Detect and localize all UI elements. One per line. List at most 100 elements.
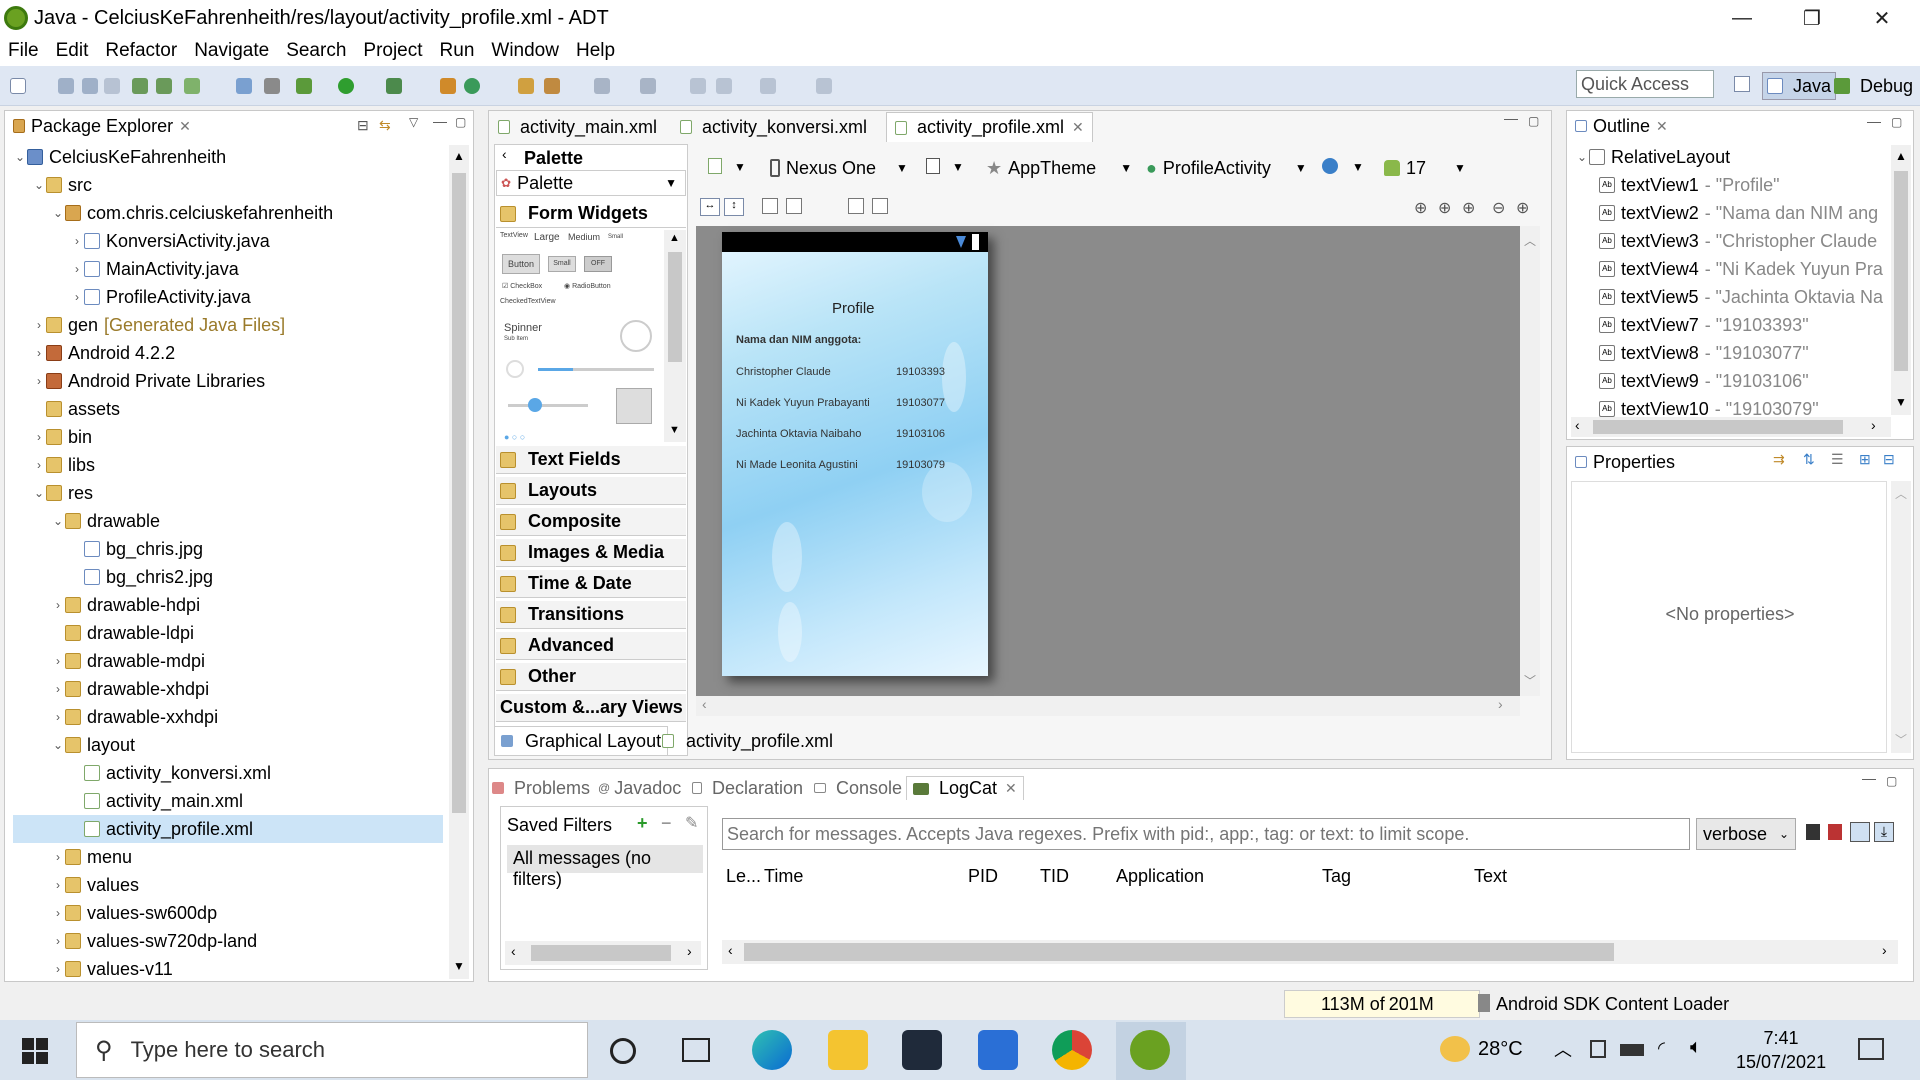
scrollbar-thumb[interactable] (668, 252, 682, 362)
debug-icon[interactable] (296, 78, 312, 94)
package-tree-item[interactable]: › MainActivity.java (13, 255, 443, 283)
expand-icon[interactable]: › (32, 318, 46, 332)
scroll-lock-icon[interactable]: ⤓ (1874, 822, 1894, 842)
outline-scrollbar[interactable]: ▲ ▼ (1891, 145, 1911, 415)
menu-navigate[interactable]: Navigate (186, 40, 278, 62)
scrollbar-thumb[interactable] (531, 945, 671, 961)
locale-dropdown-icon[interactable]: ▼ (1352, 160, 1364, 174)
package-explorer-tab[interactable]: Package Explorer ✕ (5, 111, 473, 141)
canvas-horizontal-scrollbar[interactable]: ‹ › (696, 696, 1520, 716)
package-tree-item[interactable]: › drawable-xhdpi (13, 675, 443, 703)
outline-item[interactable]: Ab textView1- "Profile" (1575, 171, 1883, 199)
api-level-selector[interactable]: 17 ▼ (1384, 156, 1466, 180)
expand-icon[interactable]: › (70, 234, 84, 248)
package-tree-item[interactable]: › drawable-hdpi (13, 591, 443, 619)
widget-medium[interactable]: Medium (568, 232, 600, 242)
package-tree-item[interactable]: › drawable-mdpi (13, 647, 443, 675)
widget-progressbar-large[interactable] (620, 320, 652, 352)
expand-icon[interactable]: › (51, 878, 65, 892)
run-icon[interactable] (338, 78, 354, 94)
locale-globe-icon[interactable] (1322, 158, 1338, 174)
widget-small[interactable]: Small (608, 234, 623, 240)
tab-activity-main[interactable]: activity_main.xml (490, 112, 665, 142)
expand-icon[interactable]: ⌄ (1575, 150, 1589, 164)
expand-icon[interactable]: › (51, 906, 65, 920)
package-tree-item[interactable]: activity_main.xml (13, 787, 443, 815)
package-tree-item[interactable]: › values (13, 871, 443, 899)
avd-manager-icon[interactable] (156, 78, 172, 94)
properties-scrollbar[interactable]: ︿ ﹀ (1891, 481, 1911, 753)
zoom-fit-icon[interactable]: ⊕ (1438, 198, 1451, 218)
widget-large[interactable]: Large (534, 232, 560, 243)
scroll-up-icon[interactable]: ︿ (1524, 232, 1536, 249)
expand-icon[interactable]: › (51, 962, 65, 976)
filters-h-scrollbar[interactable]: ‹ › (505, 941, 701, 965)
menu-help[interactable]: Help (568, 40, 624, 62)
col-time[interactable]: Time (764, 866, 803, 887)
zoom-in-icon[interactable]: ⊕ (1516, 198, 1529, 218)
expand-icon[interactable]: ⌄ (51, 206, 65, 220)
canvas-vertical-scrollbar[interactable]: ︿ ﹀ (1520, 226, 1540, 696)
skip-breakpoints-icon[interactable] (236, 78, 252, 94)
col-level[interactable]: Le... (726, 866, 761, 887)
toggle-fill-width-icon[interactable]: ↔ (700, 198, 720, 216)
remove-filter-icon[interactable]: − (661, 813, 672, 834)
edge-icon[interactable] (752, 1030, 792, 1070)
expand-icon[interactable]: › (32, 458, 46, 472)
expand-icon[interactable]: › (51, 682, 65, 696)
log-level-select[interactable]: verbose ⌄ (1696, 818, 1796, 850)
tab-declaration[interactable]: Declaration (692, 776, 803, 800)
package-tree-item[interactable]: ⌄ src (13, 171, 443, 199)
show-hidden-icons-icon[interactable]: ︿ (1554, 1036, 1572, 1062)
package-tree-item[interactable]: › ProfileActivity.java (13, 283, 443, 311)
scroll-left-icon[interactable]: ‹ (702, 696, 707, 712)
minimize-view-icon[interactable]: — (433, 113, 447, 129)
minimize-button[interactable]: — (1712, 0, 1772, 36)
close-tab-icon[interactable]: ✕ (1072, 119, 1084, 136)
logcat-h-scrollbar[interactable]: ‹ › (722, 940, 1898, 964)
tab-logcat[interactable]: LogCat ✕ (906, 776, 1024, 800)
widget-progressbar-horizontal[interactable] (538, 368, 654, 371)
package-tree-item[interactable]: › Android Private Libraries (13, 367, 443, 395)
clock[interactable]: 7:41 15/07/2021 (1736, 1026, 1826, 1074)
link-editor-icon[interactable]: ⇆ (379, 117, 391, 134)
chrome-icon[interactable] (1052, 1030, 1092, 1070)
menu-project[interactable]: Project (355, 40, 431, 62)
package-tree-item[interactable]: ⌄ CelciusKeFahrenheith (13, 143, 443, 171)
last-edit-icon[interactable] (690, 78, 706, 94)
clear-log-icon[interactable] (1828, 824, 1842, 840)
package-tree-item[interactable]: › drawable-xxhdpi (13, 703, 443, 731)
add-filter-icon[interactable]: + (637, 813, 648, 834)
scroll-left-icon[interactable]: ‹ (511, 943, 516, 959)
package-tree-item[interactable]: ⌄ layout (13, 731, 443, 759)
scrollbar-thumb[interactable] (452, 173, 466, 813)
menu-edit[interactable]: Edit (48, 40, 98, 62)
temperature[interactable]: 28°C (1478, 1038, 1523, 1061)
minimize-editor-icon[interactable]: — (1504, 110, 1518, 126)
device-selector[interactable]: Nexus One ▼ (770, 156, 908, 180)
taskbar-search-box[interactable]: ⚲ Type here to search (76, 1022, 588, 1078)
device-preview[interactable]: Profile Nama dan NIM anggota: Christophe… (722, 232, 988, 676)
maximize-view-icon[interactable]: ▢ (1891, 115, 1902, 129)
scrollbar-thumb[interactable] (1894, 171, 1908, 371)
package-tree-item[interactable]: assets (13, 395, 443, 423)
adt-eclipse-icon[interactable] (1130, 1030, 1170, 1070)
maximize-button[interactable]: ❐ (1782, 0, 1842, 36)
close-tab-icon[interactable]: ✕ (179, 118, 191, 135)
orientation-icon[interactable] (926, 158, 940, 174)
external-tools-icon[interactable] (386, 78, 402, 94)
expand-icon[interactable]: ⌄ (32, 178, 46, 192)
package-tree-item[interactable]: › KonversiActivity.java (13, 227, 443, 255)
widget-button[interactable]: Button (502, 254, 540, 274)
cortana-icon[interactable] (610, 1038, 636, 1064)
maximize-editor-icon[interactable]: ▢ (1528, 114, 1539, 128)
palette-category-advanced[interactable]: Advanced (496, 632, 686, 660)
edit-filter-icon[interactable]: ✎ (685, 813, 698, 833)
package-tree-item[interactable]: › menu (13, 843, 443, 871)
scroll-down-icon[interactable]: ﹀ (1524, 672, 1536, 689)
palette-category-text-fields[interactable]: Text Fields (496, 446, 686, 474)
menu-window[interactable]: Window (483, 40, 568, 62)
col-pid[interactable]: PID (968, 866, 998, 887)
volume-icon[interactable]: 🔈︎ (1690, 1036, 1702, 1059)
package-tree-item[interactable]: › values-sw720dp-land (13, 927, 443, 955)
